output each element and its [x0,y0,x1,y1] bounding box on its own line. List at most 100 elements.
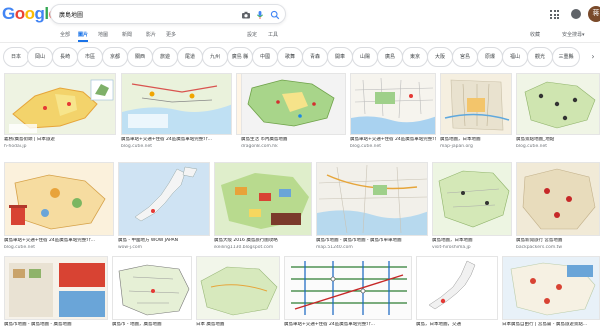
thumbnail[interactable] [118,162,210,236]
chip[interactable]: 尾道 [177,47,203,67]
chip[interactable]: 福山 [502,47,528,67]
chip[interactable]: 山陽 [352,47,378,67]
map-image [441,74,511,134]
chip[interactable]: 廣島 縣 [227,47,253,67]
image-result[interactable]: 廣島地圖，日本地圖 map-japan.org [440,73,512,151]
search-icon[interactable] [270,10,280,20]
chip[interactable]: 中國 [252,47,278,67]
chip[interactable]: 日本 [3,47,29,67]
chip[interactable]: 長崎 [52,47,78,67]
image-result[interactable]: 廣島地圖，日本地圖 visit-hiroshima.jp [432,162,512,252]
image-result[interactable]: 廣島車站+交通+住宿 24區廣島車站完整介... blog.cutie.net [350,73,436,151]
image-result[interactable]: 廣島車站+交通+住宿 24區廣島車站完整介... [284,256,412,333]
result-source: wow-j.com [118,245,143,250]
result-caption: 廣島景點地圖_地點 [516,137,555,142]
result-caption: 廣島新開旅行 宮島地圖 [516,238,563,243]
chip[interactable]: 九州 [202,47,228,67]
map-image [503,257,599,319]
map-image [417,257,497,319]
thumbnail[interactable] [316,162,428,236]
image-result[interactable]: 廣島新開旅行 宮島地圖 backpackers.com.tw [516,162,600,252]
chip[interactable]: 京都 [102,47,128,67]
safesearch-toggle[interactable]: 安全搜尋▾ [562,30,585,42]
settings-link[interactable]: 設定 [247,30,257,42]
tab-videos[interactable]: 影片 [146,30,156,42]
thumbnail[interactable] [516,162,600,236]
thumbnail[interactable] [4,256,108,320]
chip[interactable]: 青森 [302,47,328,67]
tab-maps[interactable]: 地圖 [98,30,108,42]
tab-images[interactable]: 圖片 [78,30,89,42]
image-result[interactable]: 廣島市 - 地圖，廣島地圖 [112,256,192,333]
result-source: dragon8.com.hk [241,144,278,149]
search-box[interactable] [50,4,286,24]
result-source: map-japan.org [440,144,473,149]
avatar[interactable]: 蒋 [588,6,600,22]
result-caption: 日本 廣島地圖 [196,322,225,327]
thumbnail[interactable] [516,73,600,135]
chip[interactable]: 廣島 [377,47,403,67]
thumbnail[interactable] [284,256,412,320]
result-caption: 廣島車站+交通+住宿 24區廣島車站完整介... [350,137,436,142]
chip[interactable]: 關西 [127,47,153,67]
camera-icon[interactable] [241,10,251,20]
thumbnail[interactable] [502,256,600,320]
apps-icon[interactable] [550,10,559,19]
thumbnail[interactable] [432,162,512,236]
chip[interactable]: 原爆 [477,47,503,67]
image-result[interactable]: 廣島大阪 2016 廣島旅行圖攻略 ikeiling1130.blogspot.… [214,162,312,252]
chip[interactable]: 旅遊 [152,47,178,67]
chip[interactable]: 岡山 [27,47,53,67]
chip[interactable]: 觀光 [527,47,553,67]
chip[interactable]: 三重縣 [552,47,580,67]
image-result[interactable]: 義務/廣島街頭 | 日本旅遊 h-hodai.jp [4,73,116,151]
collections-link[interactable]: 收藏 [530,30,540,42]
image-result[interactable]: 日本廣島自由行 | 宮島篇 - 廣島旅遊景點... [502,256,600,333]
tools-link[interactable]: 工具 [268,30,278,42]
image-result[interactable]: 廣島市地圖 - 廣島市地圖 - 廣島市單車地圖 map.51240.com [316,162,428,252]
chip[interactable]: 東京 [402,47,428,67]
chip[interactable]: 宮島 [452,47,478,67]
chip[interactable]: 歌舞 [277,47,303,67]
tab-news[interactable]: 新聞 [122,30,132,42]
microphone-icon[interactable] [255,10,265,20]
thumbnail[interactable] [214,162,312,236]
tab-all[interactable]: 全部 [60,30,70,42]
thumbnail[interactable] [241,73,346,135]
image-result[interactable]: 廣島車站+交通+住宿 24區廣島車站完整介... blog.cutie.net [121,73,232,151]
search-tabs: 全部 圖片 地圖 新聞 影片 更多 設定 工具 收藏 安全搜尋▾ [0,30,600,42]
chevron-right-icon[interactable]: › [588,48,598,66]
image-result[interactable]: 廣島，日本地圖，交通 [416,256,498,333]
chip[interactable]: 市區 [77,47,103,67]
thumbnail[interactable] [416,256,498,320]
thumbnail[interactable] [350,73,436,135]
logo-letter: o [24,4,35,23]
image-result[interactable]: 廣島 - 中國地方 WOW JAPAN wow-j.com [118,162,210,252]
image-result[interactable]: 廣島生活 市內廣島地圖 dragon8.com.hk [241,73,346,151]
thumbnail[interactable] [4,162,114,236]
chip[interactable]: 開車 [327,47,353,67]
map-image [242,74,345,134]
result-source: blog.cutie.net [4,245,36,250]
map-image [197,257,279,319]
map-image [5,257,107,319]
thumbnail[interactable] [121,73,232,135]
result-caption: 廣島車站+交通+住宿 24區廣島車站完整介... [284,322,375,327]
thumbnail[interactable] [440,73,512,135]
notifications-icon[interactable] [571,9,581,19]
map-image [9,79,114,133]
result-source: blog.cutie.net [350,144,382,149]
thumbnail[interactable] [4,73,116,135]
image-result[interactable]: 廣島市地圖 - 廣島地圖 - 廣島地圖 [4,256,108,333]
image-result[interactable]: 廣島景點地圖_地點 blog.cutie.net [516,73,600,151]
result-caption: 義務/廣島街頭 | 日本旅遊 [4,137,55,142]
search-input[interactable] [59,7,229,21]
thumbnail[interactable] [112,256,192,320]
image-result[interactable]: 日本 廣島地圖 [196,256,280,333]
map-image [215,163,311,235]
thumbnail[interactable] [196,256,280,320]
chip[interactable]: 大阪 [427,47,453,67]
tab-more[interactable]: 更多 [166,30,176,42]
map-image [122,74,231,134]
image-result[interactable]: 廣島車站+交通+住宿 24區廣島車站完整介... blog.cutie.net [4,162,114,252]
